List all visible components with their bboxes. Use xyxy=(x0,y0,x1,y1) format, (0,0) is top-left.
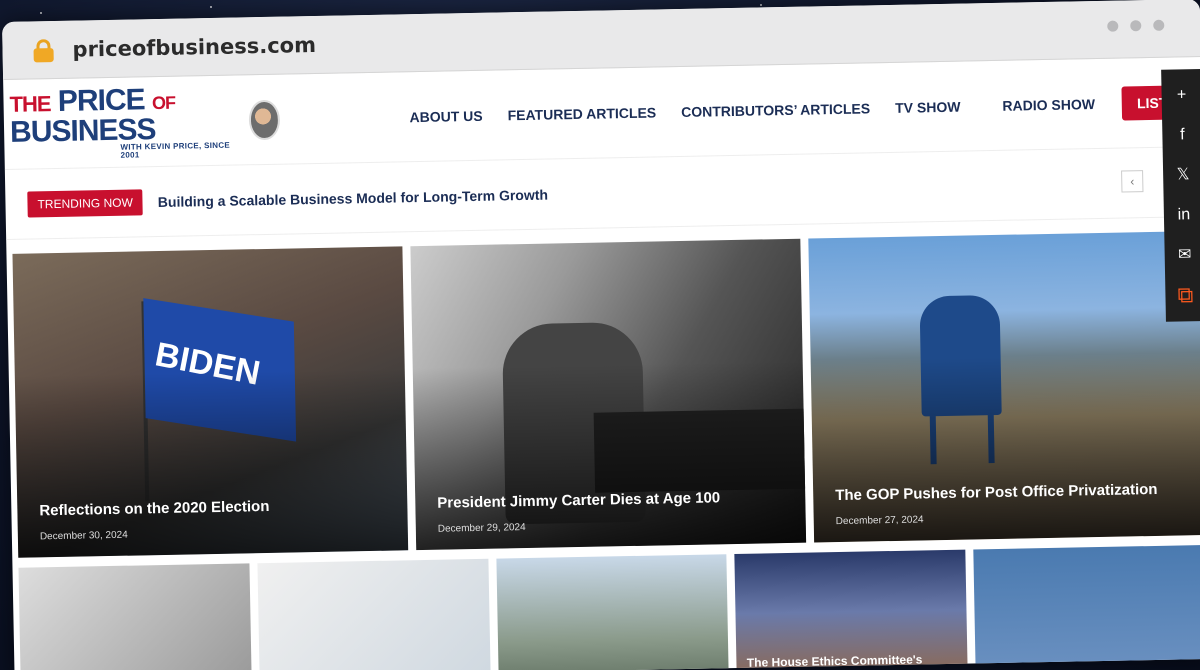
share-sidebar: + f 𝕏 in ✉ ⧉ xyxy=(1161,68,1200,322)
hero-date: December 29, 2024 xyxy=(437,522,526,535)
window-controls xyxy=(1107,19,1165,32)
hero-grid: BIDEN Reflections on the 2020 Election D… xyxy=(6,231,1200,558)
window-dot-icon[interactable] xyxy=(1153,19,1165,31)
address-bar[interactable]: priceofbusiness.com xyxy=(72,32,316,61)
article-thumb[interactable] xyxy=(973,545,1200,670)
logo-the: THE xyxy=(9,90,51,117)
nav-radio-show[interactable]: RADIO SHOW xyxy=(1002,96,1095,114)
thumb-caption[interactable]: The House Ethics Committee's xyxy=(747,652,923,669)
logo-of: OF xyxy=(151,92,176,113)
nav-about-us[interactable]: ABOUT US xyxy=(409,107,482,124)
logo-tagline: WITH KEVIN PRICE, SINCE 2001 xyxy=(120,140,231,160)
window-dot-icon[interactable] xyxy=(1130,20,1142,32)
plus-icon[interactable]: + xyxy=(1177,75,1187,115)
share-icon[interactable]: ⧉ xyxy=(1177,275,1193,315)
hero-card[interactable]: The GOP Pushes for Post Office Privatiza… xyxy=(808,231,1200,543)
nav-tv-show[interactable]: TV SHOW xyxy=(895,98,961,115)
hero-card[interactable]: President Jimmy Carter Dies at Age 100 D… xyxy=(410,238,807,551)
hero-card[interactable]: BIDEN Reflections on the 2020 Election D… xyxy=(12,246,409,558)
nav-contributors-articles[interactable]: CONTRIBUTORS’ ARTICLES xyxy=(681,100,870,120)
site-logo[interactable]: THE PRICE OF BUSINESS WITH KEVIN PRICE, … xyxy=(9,82,280,161)
hero-date: December 30, 2024 xyxy=(39,529,128,543)
email-icon[interactable]: ✉ xyxy=(1178,235,1192,275)
article-thumbs: The House Ethics Committee's xyxy=(12,545,1200,670)
chevron-left-icon[interactable]: ‹ xyxy=(1121,170,1144,193)
window-dot-icon[interactable] xyxy=(1107,20,1119,32)
host-avatar xyxy=(248,99,280,140)
article-thumb[interactable] xyxy=(257,558,491,670)
linkedin-icon[interactable]: in xyxy=(1177,195,1191,235)
trending-headline[interactable]: Building a Scalable Business Model for L… xyxy=(158,186,548,209)
twitter-icon[interactable]: 𝕏 xyxy=(1176,155,1190,195)
browser-window: priceofbusiness.com THE PRICE OF BUSINES… xyxy=(2,0,1200,670)
article-thumb[interactable]: The House Ethics Committee's xyxy=(734,549,968,670)
hero-date: December 27, 2024 xyxy=(835,514,924,528)
lock-icon xyxy=(32,38,54,62)
trending-badge: TRENDING NOW xyxy=(27,188,144,218)
main-nav: ABOUT US FEATURED ARTICLES CONTRIBUTORS’… xyxy=(409,84,1200,133)
nav-featured-articles[interactable]: FEATURED ARTICLES xyxy=(507,104,656,123)
article-thumb[interactable] xyxy=(18,563,252,670)
facebook-icon[interactable]: f xyxy=(1180,115,1185,155)
article-thumb[interactable] xyxy=(495,554,730,670)
